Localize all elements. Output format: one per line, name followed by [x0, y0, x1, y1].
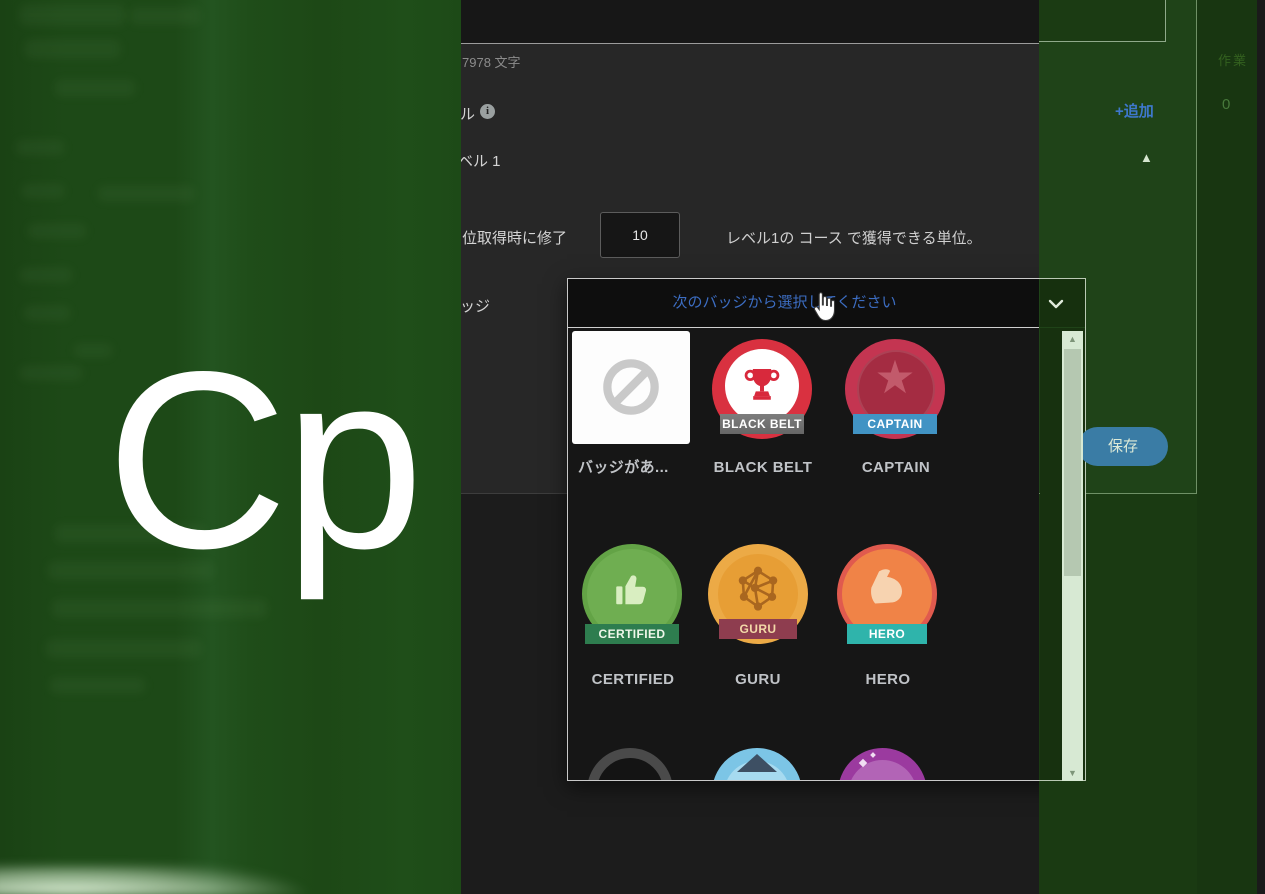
mountain-icon	[737, 754, 777, 772]
captivate-prime-logo: Cp	[106, 335, 420, 587]
thumbs-up-icon	[610, 568, 654, 617]
scroll-up-icon[interactable]: ▲	[1062, 334, 1083, 344]
collapse-level-icon[interactable]: ▲	[1140, 150, 1153, 165]
badge-option-certified[interactable]: CERTIFIED	[582, 544, 682, 644]
character-count: 7978 文字	[462, 52, 521, 71]
level-section-label: ル	[460, 103, 475, 124]
badge-ribbon: CERTIFIED	[585, 624, 679, 644]
badge-option-black-belt[interactable]: BLACK BELT	[712, 339, 812, 439]
badge-dropdown-list: バッジがあ... BLACK BELT BLACK BELT	[568, 328, 1084, 780]
badge-option-none[interactable]	[572, 331, 690, 444]
scroll-down-icon[interactable]: ▼	[1062, 768, 1083, 778]
scrollbar-thumb[interactable]	[1064, 349, 1081, 576]
badge-option-label: HERO	[808, 671, 968, 688]
dropdown-border	[1085, 278, 1086, 781]
textarea-border	[1165, 0, 1166, 42]
app-window: 7978 文字 ル i ベル 1 位取得時に修了 10 レベル1の コース で獲…	[0, 0, 1265, 894]
badge-option-label: CAPTAIN	[816, 459, 976, 476]
badge-dropdown-placeholder: 次のバッジから選択してください	[568, 279, 1001, 327]
background-faint-label: 作業	[1218, 50, 1248, 69]
badge-option-partial-purple[interactable]	[838, 748, 927, 780]
badge-ribbon: BLACK BELT	[720, 414, 804, 434]
network-icon	[732, 563, 784, 620]
badge-dropdown: 次のバッジから選択してください バッジがあ...	[567, 278, 1085, 781]
save-button[interactable]: 保存	[1078, 427, 1168, 466]
dropdown-border	[1039, 278, 1085, 279]
badge-option-label: バッジがあ...	[578, 456, 669, 477]
browser-scrollbar-strip	[1257, 0, 1265, 894]
completion-units-label: 位取得時に修了	[462, 227, 567, 248]
tinted-textarea-region	[1039, 0, 1165, 41]
badge-option-partial-dark[interactable]	[587, 748, 673, 780]
units-input[interactable]: 10	[600, 212, 680, 258]
flex-arm-icon	[862, 564, 912, 619]
sparkle-icon	[870, 752, 876, 758]
textarea-border	[1039, 41, 1166, 42]
bottom-glow	[0, 866, 490, 894]
badge-option-captain[interactable]: ★ CAPTAIN	[845, 339, 945, 439]
star-icon: ★	[845, 347, 945, 407]
info-icon[interactable]: i	[480, 104, 495, 119]
badge-ribbon: GURU	[719, 619, 797, 639]
right-tinted-zone: 作業 0 +追加 ▲ 保存 ▲ ▼	[1039, 0, 1265, 894]
badge-ribbon: CAPTAIN	[853, 414, 937, 434]
trophy-icon	[740, 363, 784, 412]
chevron-down-icon[interactable]	[1048, 297, 1064, 315]
cursor-pointer-icon	[812, 291, 838, 330]
dialog-right-border	[1196, 0, 1197, 494]
left-brand-panel: Cp	[0, 0, 461, 894]
badge-option-guru[interactable]: GURU	[708, 544, 808, 644]
add-level-button[interactable]: +追加	[1115, 100, 1154, 121]
units-note: レベル1の コース で獲得できる単位。	[726, 227, 982, 248]
badge-option-hero[interactable]: HERO	[837, 544, 937, 644]
dropdown-scrollbar[interactable]: ▲ ▼	[1062, 331, 1083, 781]
badge-field-label: ッジ	[460, 295, 490, 316]
badge-ribbon: HERO	[847, 624, 927, 644]
badge-option-partial-blue[interactable]	[712, 748, 802, 780]
tinted-page-region	[1197, 0, 1265, 894]
level-item-title: ベル 1	[458, 150, 501, 171]
background-faint-count: 0	[1222, 96, 1230, 113]
